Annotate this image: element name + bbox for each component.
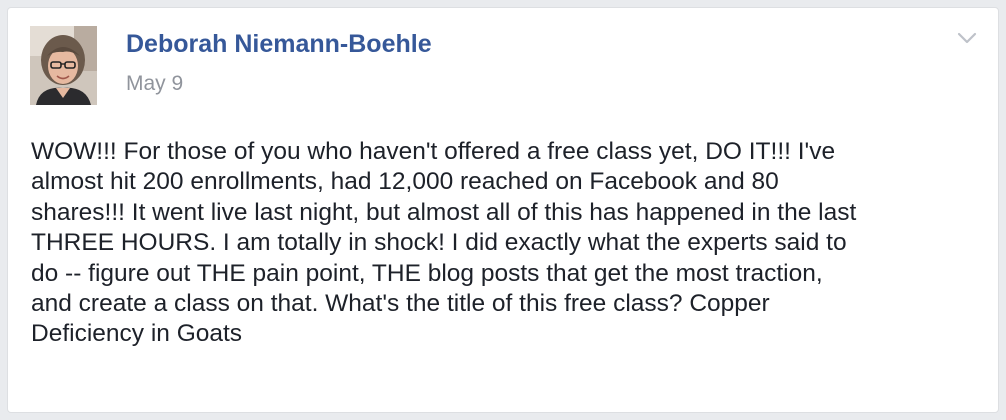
chevron-down-icon[interactable]: [954, 28, 980, 48]
post-text-line: do -- figure out THE pain point, THE blo…: [31, 259, 823, 287]
post-body-text: WOW!!! For those of you who haven't offe…: [31, 137, 991, 350]
author-name-link[interactable]: Deborah Niemann-Boehle: [126, 30, 432, 59]
post-text-line: WOW!!! For those of you who haven't offe…: [31, 138, 836, 165]
post-date-link[interactable]: May 9: [126, 72, 183, 96]
author-avatar[interactable]: [30, 26, 97, 105]
post-text-line: and create a class on that. What's the t…: [31, 290, 770, 318]
post-text-line: shares!!! It went live last night, but a…: [31, 198, 857, 226]
post-text-line: almost hit 200 enrollments, had 12,000 r…: [31, 168, 779, 196]
post-text-line: Deficiency in Goats: [31, 320, 243, 348]
post-card: Deborah Niemann-Boehle May 9 WOW!!! For …: [7, 7, 999, 413]
profile-photo-icon: [30, 26, 97, 105]
post-text-line: THREE HOURS. I am totally in shock! I di…: [31, 229, 847, 257]
